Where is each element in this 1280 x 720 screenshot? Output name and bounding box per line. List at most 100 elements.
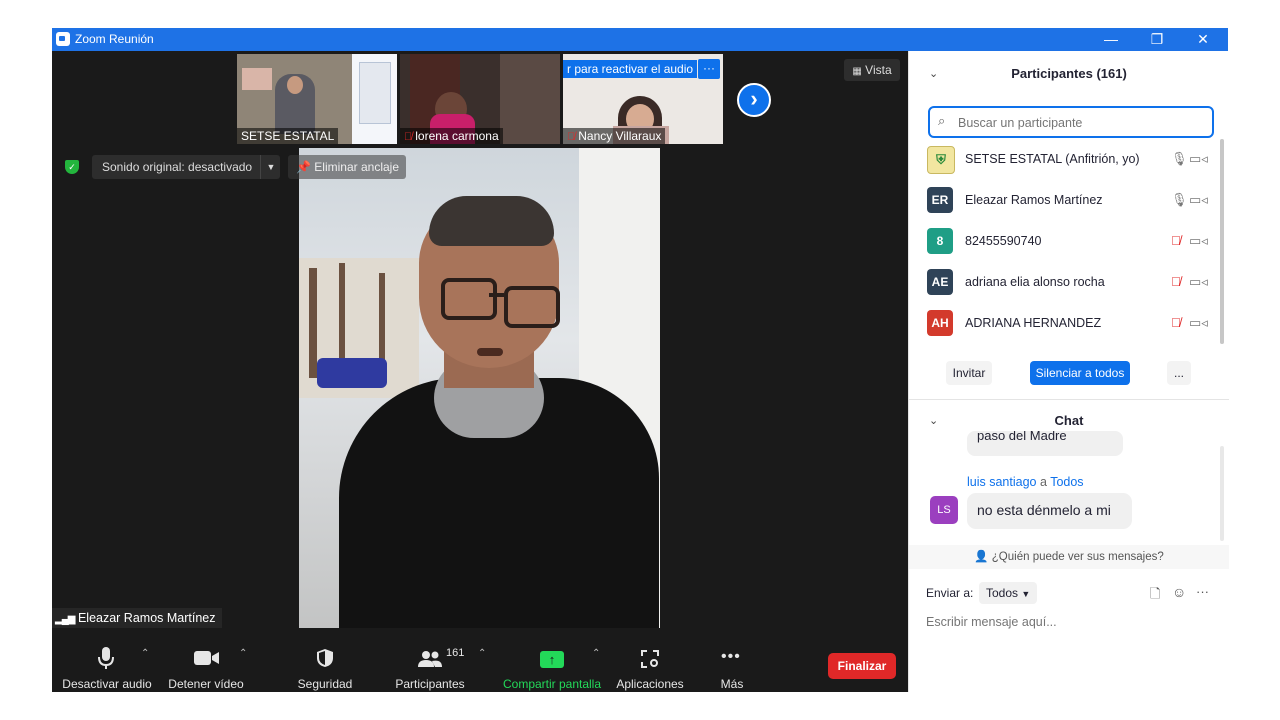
chat-message-input[interactable] — [924, 611, 1218, 633]
participant-name: Eleazar Ramos Martínez — [965, 193, 1103, 207]
end-meeting-button[interactable]: Finalizar — [828, 653, 896, 679]
participants-button[interactable]: 161 Participantes — [390, 642, 470, 692]
participants-title: Participantes (161) — [1011, 66, 1127, 81]
main-video[interactable] — [299, 148, 660, 628]
share-options-caret-icon[interactable]: ⌃ — [592, 648, 600, 659]
audio-options-caret-icon[interactable]: ⌃ — [141, 648, 149, 659]
participants-icon — [418, 651, 442, 667]
chat-bubble: paso del Madre — [967, 431, 1123, 456]
zoom-logo-icon — [56, 32, 70, 46]
mute-audio-label: Desactivar audio — [62, 677, 152, 691]
send-to-dropdown[interactable]: Todos ▼ — [979, 582, 1038, 604]
signal-strength-icon: ▂▄▆ — [55, 614, 75, 625]
active-speaker-label: ▂▄▆ Eleazar Ramos Martínez — [52, 608, 222, 628]
share-screen-button[interactable]: ↑ Compartir pantalla — [502, 642, 602, 692]
mic-muted-icon: 🎙̸ — [404, 131, 413, 143]
emoji-icon[interactable]: ☺ — [1172, 584, 1186, 600]
participant-row[interactable]: ⛨ SETSE ESTATAL (Anfitrión, yo) 🎙 ▭◃ — [927, 146, 1217, 186]
participants-scrollbar[interactable] — [1220, 139, 1224, 344]
participant-row[interactable]: 8 82455590740 🎙̸ ▭◃ — [927, 228, 1217, 268]
microphone-icon[interactable]: 🎙 — [1171, 192, 1188, 208]
chat-scrollbar[interactable] — [1220, 446, 1224, 541]
view-button[interactable]: ▦ Vista — [844, 59, 900, 81]
who-can-see-link[interactable]: 👤 ¿Quién puede ver sus mensajes? — [909, 545, 1229, 569]
camera-off-icon[interactable]: ▭◃ — [1189, 274, 1208, 290]
video-area: SETSE ESTATAL 🎙̸ lorena carmona r para re… — [52, 51, 908, 692]
send-to-label: Enviar a: — [926, 586, 974, 600]
thumbnail-name: Nancy Villaraux — [578, 129, 662, 143]
participant-search-input[interactable] — [956, 112, 1210, 134]
participant-name: SETSE ESTATAL (Anfitrión, yo) — [965, 152, 1140, 166]
mic-muted-icon[interactable]: 🎙̸ — [1171, 274, 1181, 289]
shield-icon — [317, 649, 333, 667]
microphone-icon[interactable]: 🎙 — [1171, 151, 1188, 167]
participants-options-caret-icon[interactable]: ⌃ — [478, 648, 486, 659]
camera-off-icon[interactable]: ▭◃ — [1189, 315, 1208, 331]
unmute-banner[interactable]: r para reactivar el audio — [563, 60, 698, 78]
apps-label: Aplicaciones — [616, 677, 684, 691]
divider — [909, 399, 1229, 400]
who-can-see-label: ¿Quién puede ver sus mensajes? — [991, 551, 1164, 563]
chat-message-text: paso del Madre — [977, 431, 1067, 443]
thumbnail-name: lorena carmona — [415, 129, 499, 143]
participant-row[interactable]: AE adriana elia alonso rocha 🎙̸ ▭◃ — [927, 269, 1217, 309]
security-button[interactable]: Seguridad — [290, 642, 360, 692]
original-sound-toggle[interactable]: Sonido original: desactivado ▼ — [92, 155, 280, 179]
mic-muted-icon[interactable]: 🎙̸ — [1171, 233, 1181, 248]
encryption-shield-icon[interactable]: ✓ — [65, 160, 79, 174]
title-bar: Zoom Reunión — ❐ ✕ — [52, 28, 1228, 51]
camera-off-icon[interactable]: ▭◃ — [1189, 233, 1208, 249]
chat-message-text: no esta dénmelo a mi — [977, 502, 1111, 518]
participant-name: 82455590740 — [965, 234, 1042, 248]
video-options-caret-icon[interactable]: ⌃ — [239, 648, 247, 659]
minimize-button[interactable]: — — [1088, 28, 1134, 51]
participant-name: adriana elia alonso rocha — [965, 275, 1105, 289]
thumbnail-name-row: 🎙̸ lorena carmona — [400, 128, 503, 144]
more-dots-icon: ••• — [721, 648, 741, 665]
camera-off-icon[interactable]: ▭◃ — [1189, 192, 1208, 208]
close-button[interactable]: ✕ — [1180, 28, 1226, 51]
unpin-button[interactable]: 📌 Eliminar anclaje — [288, 155, 406, 179]
avatar: AE — [927, 269, 953, 295]
more-chat-options-icon[interactable]: ··· — [1196, 584, 1209, 599]
more-options-button[interactable]: ··· — [698, 59, 720, 79]
more-participant-options-button[interactable]: ... — [1167, 361, 1191, 385]
participants-count: 161 — [446, 647, 465, 659]
share-screen-label: Compartir pantalla — [502, 677, 602, 691]
chat-messages[interactable]: paso del Madre luis santiago a Todos LS … — [909, 431, 1229, 543]
mic-muted-icon[interactable]: 🎙̸ — [1171, 315, 1181, 330]
chat-title: Chat — [1054, 413, 1084, 428]
participant-row[interactable]: ER Eleazar Ramos Martínez 🎙 ▭◃ — [927, 187, 1217, 227]
video-thumbnail[interactable]: SETSE ESTATAL — [237, 54, 397, 144]
participants-label: Participantes — [395, 677, 465, 691]
unpin-label: Eliminar anclaje — [314, 160, 399, 174]
restore-button[interactable]: ❐ — [1134, 28, 1180, 51]
video-thumbnail[interactable]: 🎙̸ lorena carmona — [400, 54, 560, 144]
apps-icon — [641, 650, 659, 668]
meeting-toolbar: Desactivar audio ⌃ Detener vídeo ⌃ Segur… — [52, 638, 908, 692]
send-to-value: Todos — [986, 586, 1019, 600]
thumbnail-name-row: 🎙̸ Nancy Villaraux — [563, 128, 666, 144]
stop-video-button[interactable]: Detener vídeo — [164, 642, 248, 692]
avatar: 8 — [927, 228, 953, 254]
chat-bubble: no esta dénmelo a mi — [967, 493, 1132, 529]
invite-button[interactable]: Invitar — [946, 361, 992, 385]
pin-icon: 📌 — [296, 160, 311, 174]
mute-all-button[interactable]: Silenciar a todos — [1030, 361, 1130, 385]
file-icon[interactable]: 🗋 — [1150, 585, 1160, 607]
video-thumbnail[interactable]: r para reactivar el audio ··· 🎙̸ Nancy Vi… — [563, 54, 723, 144]
camera-icon — [194, 651, 219, 665]
chevron-down-icon[interactable]: ▼ — [260, 155, 281, 179]
side-panel: ⌄ Participantes (161) ⌕ ⛨ SETSE ESTATAL … — [908, 51, 1229, 692]
active-speaker-name: Eleazar Ramos Martínez — [77, 611, 216, 625]
chat-sender-line: luis santiago a Todos — [967, 475, 1084, 489]
participant-search-field[interactable]: ⌕ — [928, 106, 1214, 138]
more-button[interactable]: ••• Más — [707, 642, 757, 692]
apps-button[interactable]: Aplicaciones — [615, 642, 685, 692]
next-page-arrow-icon[interactable]: › — [737, 83, 771, 117]
mute-audio-button[interactable]: Desactivar audio — [62, 642, 152, 692]
window-title: Zoom Reunión — [75, 32, 154, 46]
participant-row[interactable]: AH ADRIANA HERNANDEZ 🎙̸ ▭◃ — [927, 310, 1217, 350]
camera-off-icon[interactable]: ▭◃ — [1189, 151, 1208, 167]
grid-icon: ▦ — [852, 66, 862, 77]
